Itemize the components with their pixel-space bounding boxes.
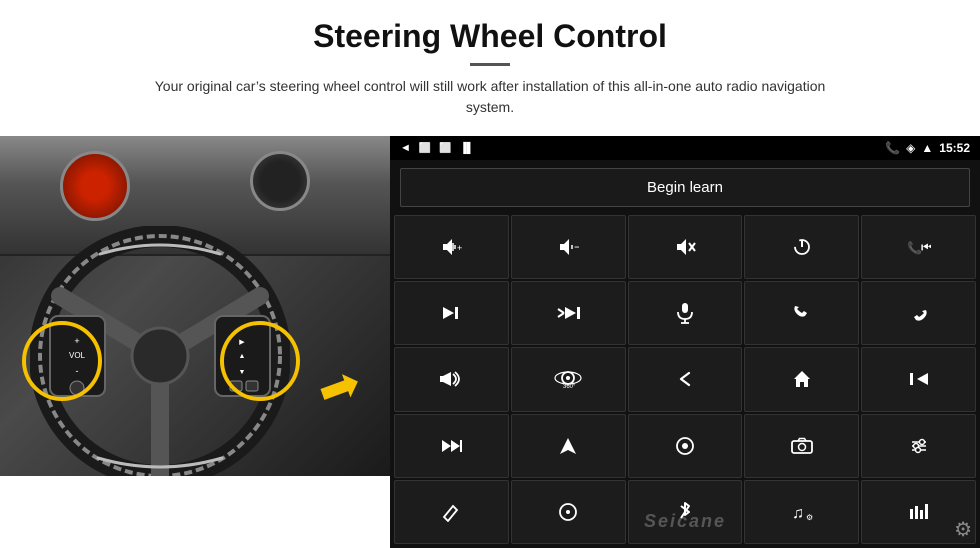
nav-back-icon[interactable]: ◄ <box>400 142 411 154</box>
begin-learn-row: Begin learn <box>390 160 980 213</box>
phone-icon: 📞 <box>885 141 900 155</box>
svg-text:♫: ♫ <box>792 505 804 522</box>
source-button[interactable] <box>628 414 743 478</box>
svg-text:📞: 📞 <box>907 240 922 255</box>
phone-call-button[interactable] <box>744 281 859 345</box>
next-track-button[interactable] <box>394 281 509 345</box>
header-section: Steering Wheel Control Your original car… <box>0 0 980 128</box>
yellow-arrow: ➡ <box>309 353 368 422</box>
signal-icon: ▐▌ <box>460 143 474 154</box>
nav-recent-icon[interactable]: ⬜ <box>439 143 451 154</box>
announce-button[interactable] <box>394 347 509 411</box>
fast-forward-button[interactable] <box>394 414 509 478</box>
power-button[interactable] <box>744 215 859 279</box>
circle-btn-button[interactable] <box>511 480 626 544</box>
steering-image: + VOL - ▶ ▲ ▼ <box>0 136 390 476</box>
content-area: + VOL - ▶ ▲ ▼ <box>0 136 980 548</box>
mute-button[interactable] <box>628 215 743 279</box>
yellow-circle-left <box>22 321 102 401</box>
gauge-right <box>250 151 310 211</box>
pen-button[interactable] <box>394 480 509 544</box>
subtitle-text: Your original car’s steering wheel contr… <box>140 76 840 118</box>
status-bar: ◄ ⬜ ⬜ ▐▌ 📞 ◈ ▲ 15:52 <box>390 136 980 160</box>
android-screen: ◄ ⬜ ⬜ ▐▌ 📞 ◈ ▲ 15:52 Begin learn <box>390 136 980 548</box>
home-button[interactable] <box>744 347 859 411</box>
wifi-icon: ▲ <box>921 141 933 155</box>
hang-up-button[interactable] <box>861 281 976 345</box>
svg-text:360°: 360° <box>563 384 576 389</box>
controls-grid: + − 📞⏮ <box>390 213 980 548</box>
vol-up-button[interactable]: + <box>394 215 509 279</box>
eq-button[interactable] <box>861 414 976 478</box>
page-container: Steering Wheel Control Your original car… <box>0 0 980 548</box>
title-divider <box>470 63 510 66</box>
back-button[interactable] <box>628 347 743 411</box>
mic-button[interactable] <box>628 281 743 345</box>
skip-button[interactable] <box>511 281 626 345</box>
camera-button[interactable] <box>744 414 859 478</box>
svg-text:⚙: ⚙ <box>806 513 813 522</box>
bluetooth-button[interactable] <box>628 480 743 544</box>
status-left: ◄ ⬜ ⬜ ▐▌ <box>400 142 474 154</box>
gear-icon[interactable]: ⚙ <box>954 517 972 542</box>
svg-text:+: + <box>457 243 462 253</box>
360-button[interactable]: 360° <box>511 347 626 411</box>
vol-down-button[interactable]: − <box>511 215 626 279</box>
svg-text:⏮: ⏮ <box>921 239 931 255</box>
svg-text:−: − <box>574 240 579 254</box>
navigate-button[interactable] <box>511 414 626 478</box>
begin-learn-button[interactable]: Begin learn <box>400 168 970 207</box>
page-title: Steering Wheel Control <box>60 18 920 55</box>
yellow-circle-right <box>220 321 300 401</box>
phone-prev-button[interactable]: 📞⏮ <box>861 215 976 279</box>
music-button[interactable]: ♫⚙ <box>744 480 859 544</box>
location-icon: ◈ <box>906 141 915 155</box>
status-right: 📞 ◈ ▲ 15:52 <box>885 141 970 155</box>
nav-home-icon[interactable]: ⬜ <box>419 143 431 154</box>
clock: 15:52 <box>939 141 970 155</box>
gauge-left <box>60 151 130 221</box>
prev-track-button[interactable] <box>861 347 976 411</box>
